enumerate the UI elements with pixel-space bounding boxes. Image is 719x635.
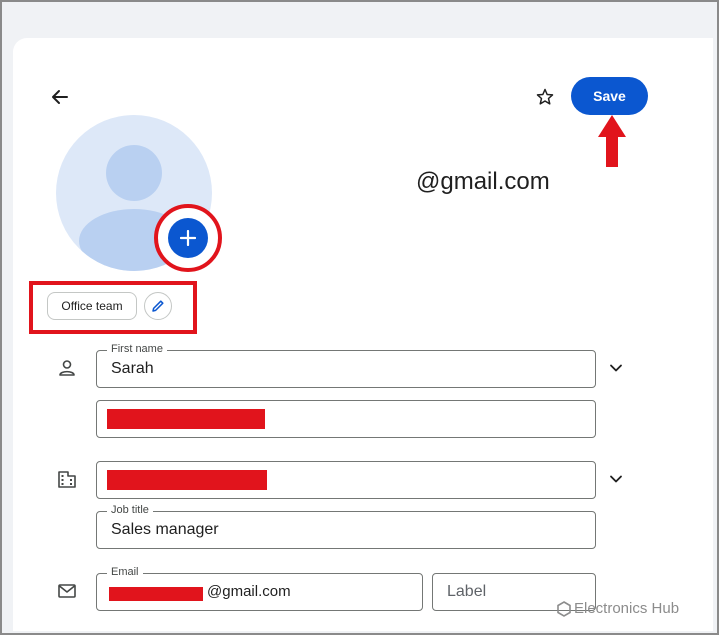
pencil-icon xyxy=(152,300,164,312)
plus-icon xyxy=(180,230,196,246)
last-name-field[interactable] xyxy=(96,400,596,438)
first-name-label: First name xyxy=(107,343,167,355)
contact-email-heading: @gmail.com xyxy=(416,168,550,195)
arrow-left-icon xyxy=(52,90,68,104)
star-icon xyxy=(536,88,554,105)
add-photo-button[interactable] xyxy=(168,218,208,258)
company-field[interactable] xyxy=(96,461,596,499)
redaction-bar xyxy=(109,587,203,601)
favorite-star-button[interactable] xyxy=(532,84,558,110)
label-chip-office-team[interactable]: Office team xyxy=(47,292,137,320)
mail-icon xyxy=(55,579,79,603)
job-title-label: Job title xyxy=(107,504,153,516)
expand-name-button[interactable] xyxy=(604,356,628,380)
expand-company-button[interactable] xyxy=(604,467,628,491)
back-button[interactable] xyxy=(47,84,73,110)
email-value: @gmail.com xyxy=(207,583,291,600)
email-type-placeholder: Label xyxy=(447,583,487,600)
first-name-value: Sarah xyxy=(111,360,154,377)
email-field[interactable]: Email @gmail.com xyxy=(96,566,423,611)
annotation-arrow xyxy=(598,115,626,167)
building-icon xyxy=(55,467,79,491)
chevron-down-icon xyxy=(610,364,622,372)
job-title-value: Sales manager xyxy=(111,521,219,538)
watermark-text: Electronics Hub xyxy=(574,600,680,617)
edit-labels-button[interactable] xyxy=(144,292,172,320)
first-name-field[interactable]: First name Sarah xyxy=(96,343,596,388)
watermark: Electronics Hub xyxy=(557,600,679,617)
electronics-hub-logo-icon xyxy=(557,600,571,617)
redaction-bar xyxy=(107,470,267,490)
save-button[interactable]: Save xyxy=(571,77,648,115)
person-icon xyxy=(55,356,79,380)
redaction-bar xyxy=(107,409,265,429)
chevron-down-icon xyxy=(610,475,622,483)
job-title-field[interactable]: Job title Sales manager xyxy=(96,504,596,549)
email-label: Email xyxy=(107,566,143,578)
